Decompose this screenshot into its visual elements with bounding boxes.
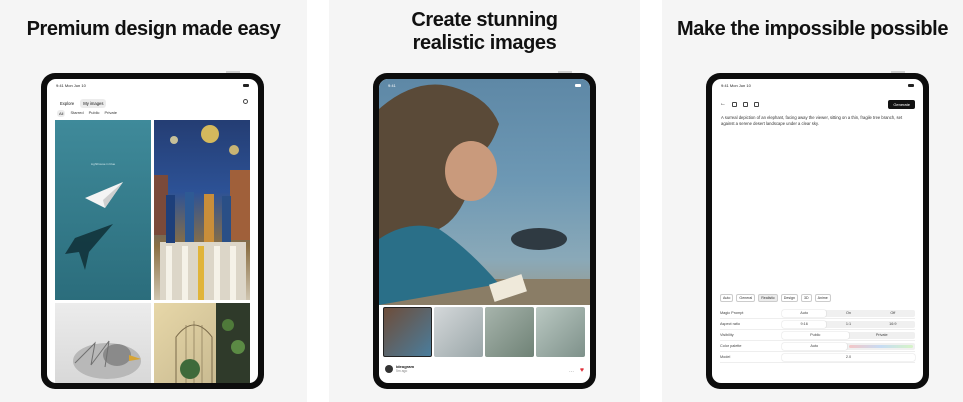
- setting-model: Model 2.0: [720, 352, 915, 363]
- setting-color-palette: Color palette Auto: [720, 341, 915, 352]
- filter-all[interactable]: All: [57, 110, 66, 117]
- chip-3d[interactable]: 3D: [800, 294, 812, 302]
- status-bar: 9:41 Mon Jun 10: [47, 79, 258, 91]
- filter-public[interactable]: Public: [89, 110, 100, 117]
- option-private[interactable]: Private: [849, 332, 916, 339]
- thumbnail-3[interactable]: [485, 307, 534, 357]
- tab-bar: Explore My images: [57, 99, 107, 108]
- setting-magic-prompt: Magic Prompt Auto On Off: [720, 308, 915, 319]
- ipad-frame: 9:41 ideogram 5m ago ⋯ ♥: [373, 71, 596, 389]
- status-time: 9:41 Mon Jun 10: [56, 82, 86, 88]
- image-grid: Lighthouse in blue: [55, 120, 250, 383]
- ipad-screen-prompt-editor: 9:41 Mon Jun 10 ← Generate A surreal dep…: [712, 79, 923, 383]
- option-16-9[interactable]: 16:9: [871, 321, 915, 328]
- text-icon[interactable]: [743, 101, 748, 107]
- thumbnail-1[interactable]: [383, 307, 432, 357]
- tab-my-images[interactable]: My images: [80, 99, 107, 108]
- magic-icon[interactable]: [754, 101, 759, 107]
- chip-realistic[interactable]: Realistic: [758, 294, 778, 302]
- ipad-screen-gallery: 9:41 Mon Jun 10 Explore My images All St…: [47, 79, 258, 383]
- option-public[interactable]: Public: [782, 331, 849, 339]
- style-chips: Auto General Realistic Design 3D Anime: [720, 294, 915, 302]
- search-icon[interactable]: [243, 99, 248, 104]
- image-tile-eagle[interactable]: [55, 303, 151, 383]
- headline: Premium design made easy: [26, 18, 281, 40]
- panel-premium-design: Premium design made easy 9:41 Mon Jun 10…: [0, 0, 307, 402]
- ipad-frame: 9:41 Mon Jun 10 Explore My images All St…: [41, 71, 264, 389]
- filter-starred[interactable]: Starred: [70, 110, 83, 117]
- paper-eagle-image: [73, 340, 141, 379]
- option-1-1[interactable]: 1:1: [826, 321, 870, 328]
- option-9-16[interactable]: 9:16: [782, 320, 827, 328]
- paper-plane-icon: [65, 182, 123, 270]
- setting-aspect-ratio: Aspect ratio 9:16 1:1 16:9: [720, 319, 915, 330]
- chip-design[interactable]: Design: [780, 294, 798, 302]
- starry-painting-image: [154, 125, 250, 300]
- option-auto[interactable]: Auto: [782, 342, 847, 350]
- prompt-text[interactable]: A surreal depiction of an elephant, faci…: [721, 115, 911, 127]
- headline-line-1: Create stunning: [411, 9, 558, 31]
- chip-auto[interactable]: Auto: [720, 294, 734, 302]
- birdcage-image: [175, 303, 250, 383]
- editor-toolbar: ← Generate: [720, 98, 915, 110]
- avatar[interactable]: [385, 364, 393, 373]
- woman-reading-photo: [379, 84, 590, 305]
- filter-bar: All Starred Public Private: [57, 110, 117, 117]
- tab-explore[interactable]: Explore: [57, 99, 77, 108]
- panel-impossible-possible: Make the impossible possible 9:41 Mon Ju…: [662, 0, 963, 402]
- status-bar: 9:41 Mon Jun 10: [712, 79, 923, 91]
- battery-icon: [908, 83, 914, 87]
- back-arrow-icon[interactable]: ←: [720, 101, 726, 107]
- option-model[interactable]: 2.0: [782, 353, 915, 361]
- battery-icon: [575, 83, 581, 87]
- headline-line-2: realistic images: [412, 32, 557, 54]
- headline: Make the impossible possible: [676, 18, 949, 40]
- palette-swatch[interactable]: [848, 344, 913, 348]
- edit-icon[interactable]: [732, 101, 737, 107]
- setting-visibility: Visibility Public Private: [720, 330, 915, 341]
- status-bar: 9:41: [379, 79, 590, 91]
- settings-panel: Magic Prompt Auto On Off Aspect ratio 9:…: [720, 308, 915, 363]
- ipad-screen-image-viewer: 9:41 ideogram 5m ago ⋯ ♥: [379, 79, 590, 383]
- chip-anime[interactable]: Anime: [814, 294, 831, 302]
- generate-button[interactable]: Generate: [888, 99, 915, 109]
- author-row: ideogram 5m ago: [385, 364, 414, 373]
- status-time: 9:41: [388, 82, 396, 88]
- image-tile-paper-plane[interactable]: Lighthouse in blue: [55, 120, 151, 300]
- option-auto[interactable]: Auto: [782, 309, 827, 317]
- panel-realistic-images: Create stunning realistic images 9:41 id…: [329, 0, 640, 402]
- thumbnail-4[interactable]: [536, 307, 585, 357]
- more-icon[interactable]: ⋯: [569, 369, 574, 375]
- battery-icon: [243, 83, 249, 87]
- author-meta: 5m ago: [396, 369, 408, 373]
- image-tile-painting[interactable]: [154, 120, 250, 300]
- ipad-frame: 9:41 Mon Jun 10 ← Generate A surreal dep…: [706, 71, 929, 389]
- image-tile-birdcage[interactable]: [154, 303, 250, 383]
- variation-thumbnails: [383, 307, 586, 357]
- thumbnail-2[interactable]: [434, 307, 483, 357]
- status-time: 9:41 Mon Jun 10: [721, 82, 751, 88]
- option-on[interactable]: On: [826, 310, 870, 317]
- heart-icon[interactable]: ♥: [580, 367, 584, 374]
- option-off[interactable]: Off: [871, 310, 915, 317]
- filter-private[interactable]: Private: [104, 110, 116, 117]
- chip-general[interactable]: General: [736, 294, 756, 302]
- main-photo: 9:41: [379, 79, 590, 305]
